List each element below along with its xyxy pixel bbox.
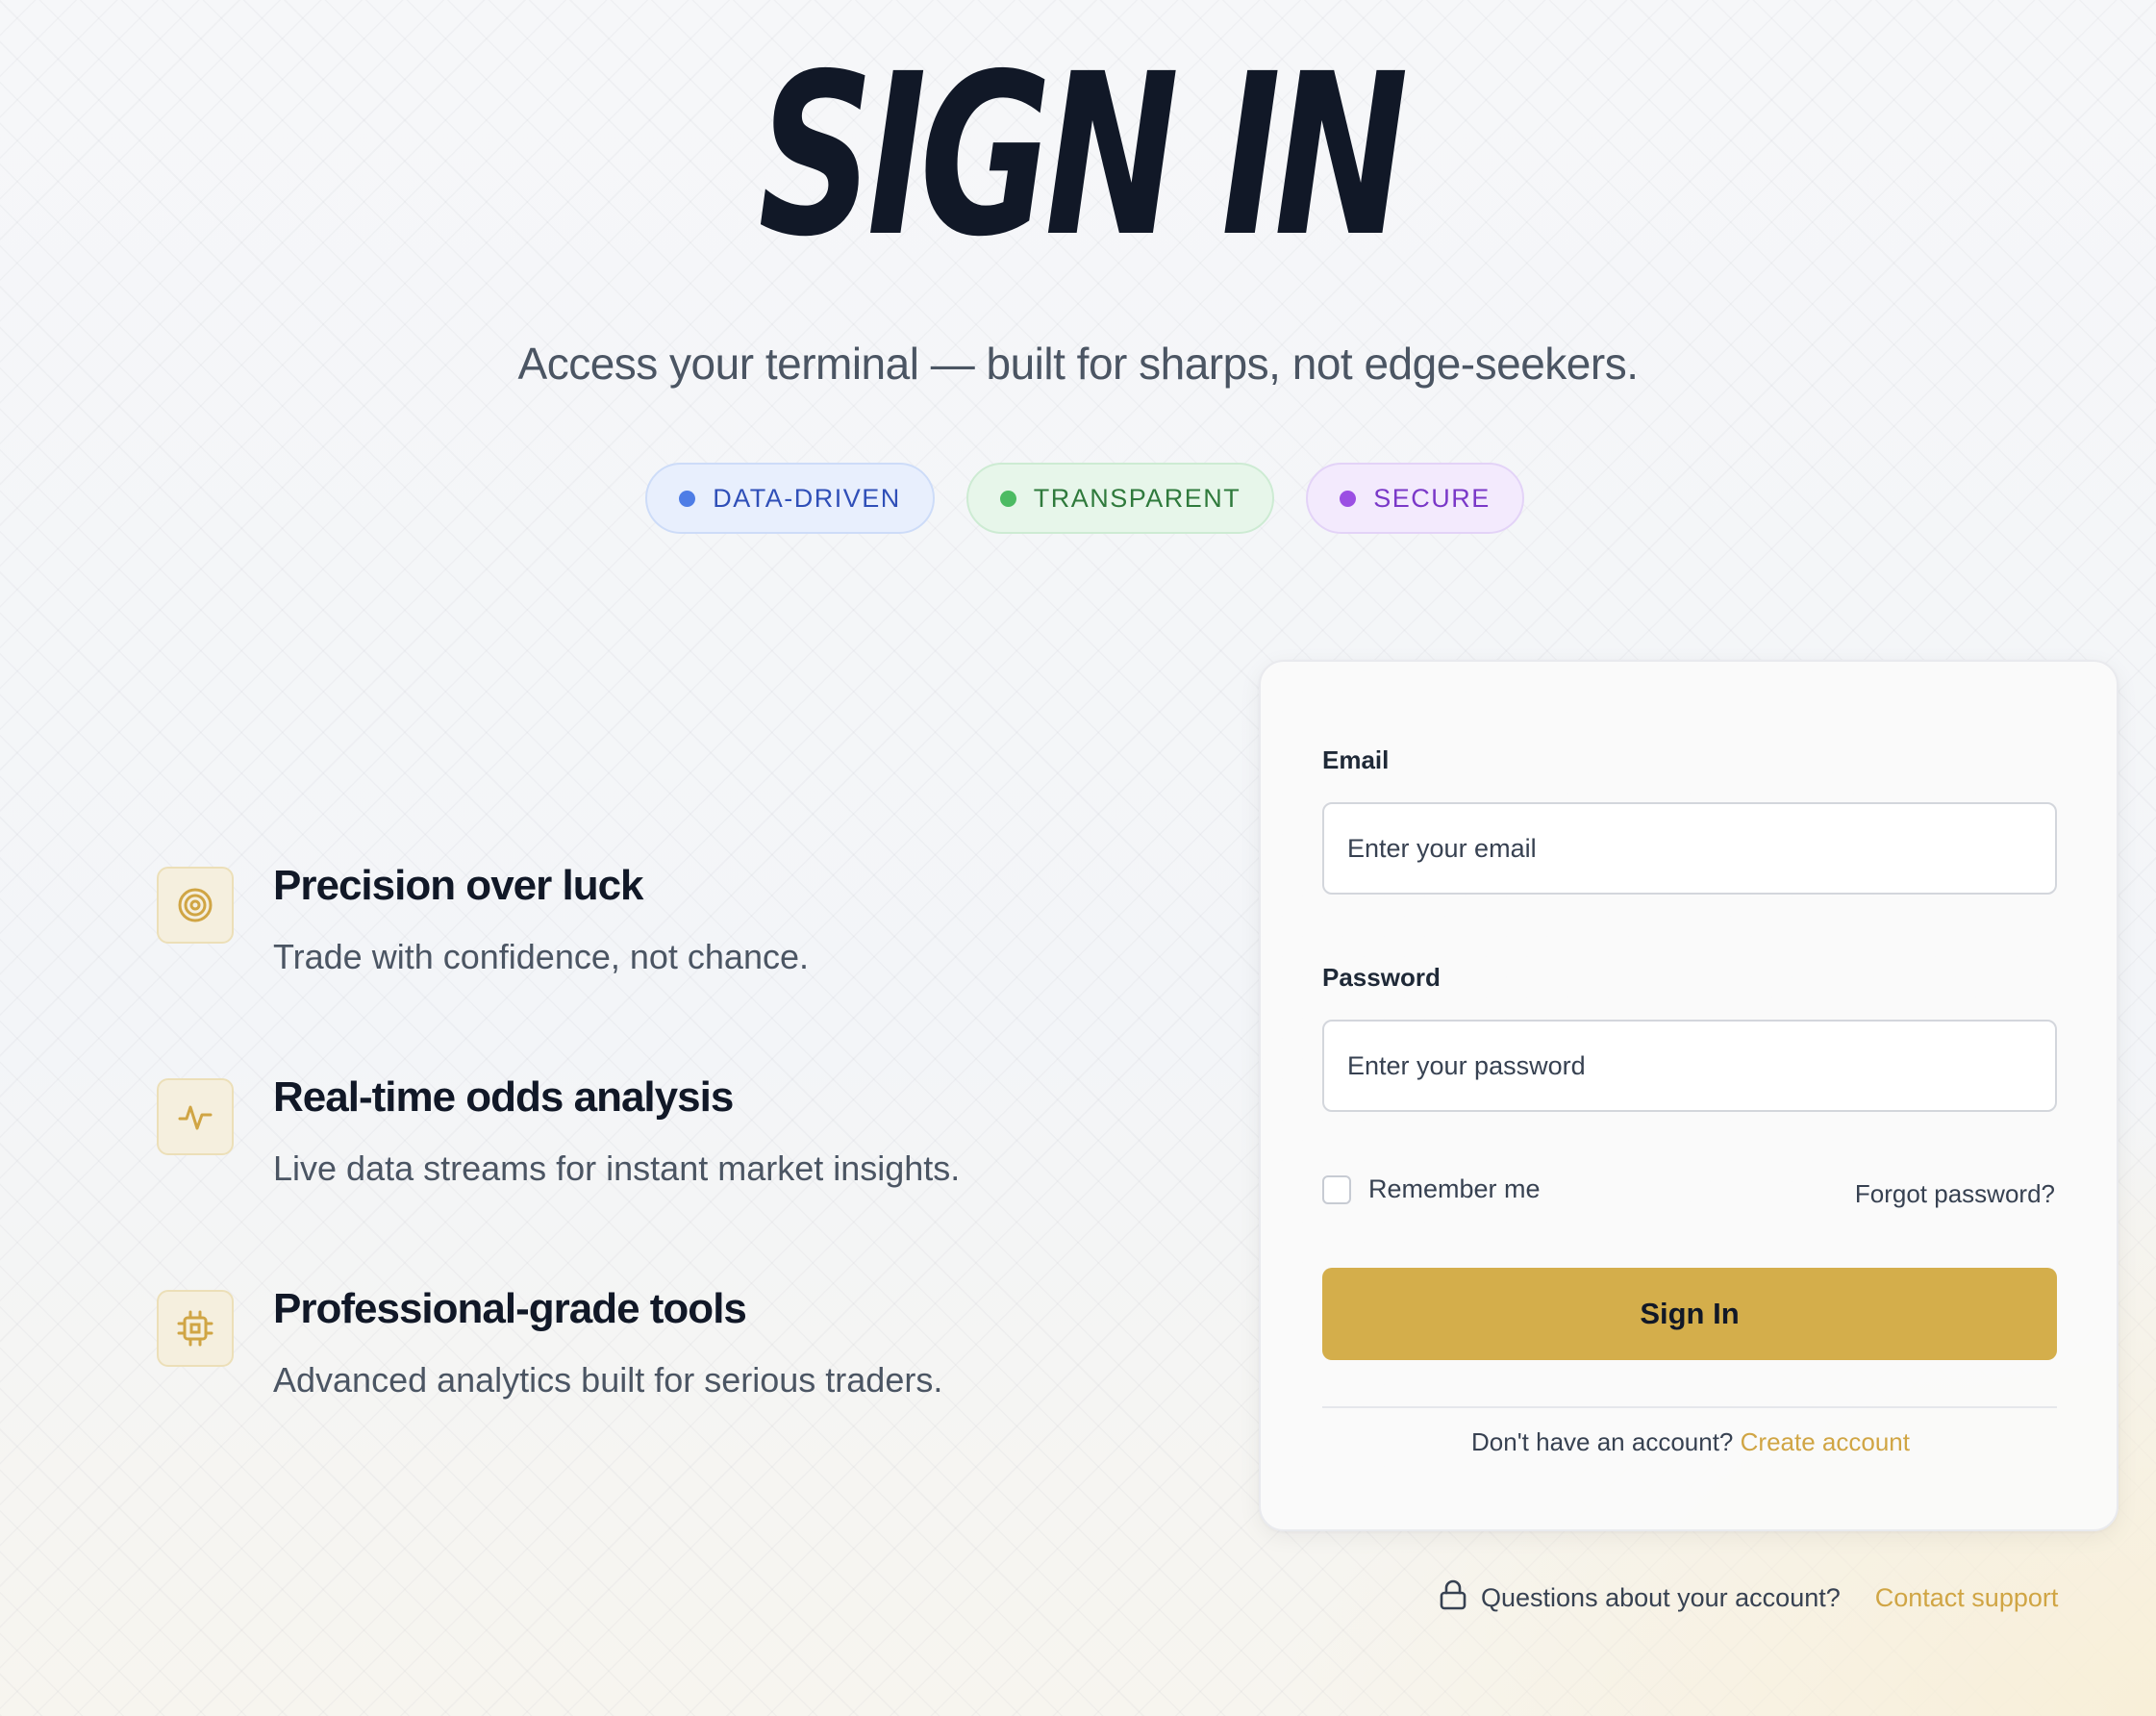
- badge-dot: [1340, 490, 1357, 507]
- badge-secure: SECURE: [1306, 463, 1524, 534]
- email-label: Email: [1322, 745, 1390, 774]
- email-field[interactable]: [1322, 802, 2057, 895]
- support-question: Questions about your account?: [1481, 1583, 1841, 1612]
- activity-icon: [157, 1078, 234, 1155]
- lock-icon: [1439, 1579, 1467, 1617]
- create-account-row: Don't have an account? Create account: [1261, 1427, 2120, 1457]
- target-icon: [157, 867, 234, 944]
- badge-row: DATA-DRIVEN TRANSPARENT SECURE: [0, 463, 2156, 534]
- support-footer: Questions about your account? Contact su…: [1439, 1579, 2058, 1617]
- password-label: Password: [1322, 963, 1441, 992]
- remember-me-checkbox[interactable]: [1322, 1174, 1351, 1204]
- signin-card: Email Password Remember me Forgot passwo…: [1259, 660, 2118, 1531]
- page-title: SIGN IN: [758, 26, 1408, 286]
- cpu-icon: [157, 1290, 234, 1367]
- badge-dot: [999, 490, 1016, 507]
- no-account-text: Don't have an account?: [1471, 1427, 1734, 1456]
- badge-dot: [679, 490, 696, 507]
- feature-title: Precision over luck: [273, 862, 644, 909]
- badge-transparent: TRANSPARENT: [965, 463, 1275, 534]
- password-field[interactable]: [1322, 1020, 2057, 1112]
- feature-description: Live data streams for instant market ins…: [273, 1148, 961, 1188]
- forgot-password-link[interactable]: Forgot password?: [1855, 1179, 2055, 1209]
- create-account-link[interactable]: Create account: [1741, 1427, 1910, 1456]
- feature-title: Professional-grade tools: [273, 1285, 747, 1332]
- badge-label: DATA-DRIVEN: [713, 483, 901, 513]
- divider: [1322, 1406, 2057, 1408]
- feature-description: Trade with confidence, not chance.: [273, 937, 809, 976]
- badge-label: TRANSPARENT: [1033, 483, 1241, 513]
- badge-data-driven: DATA-DRIVEN: [645, 463, 935, 534]
- badge-label: SECURE: [1373, 483, 1491, 513]
- feature-description: Advanced analytics built for serious tra…: [273, 1360, 943, 1400]
- sign-in-button[interactable]: Sign In: [1322, 1268, 2057, 1360]
- contact-support-link[interactable]: Contact support: [1875, 1583, 2059, 1613]
- page-subtitle: Access your terminal — built for sharps,…: [517, 339, 1639, 389]
- feature-title: Real-time odds analysis: [273, 1073, 734, 1121]
- remember-me-row[interactable]: Remember me: [1322, 1174, 1541, 1204]
- remember-me-label: Remember me: [1368, 1174, 1541, 1203]
